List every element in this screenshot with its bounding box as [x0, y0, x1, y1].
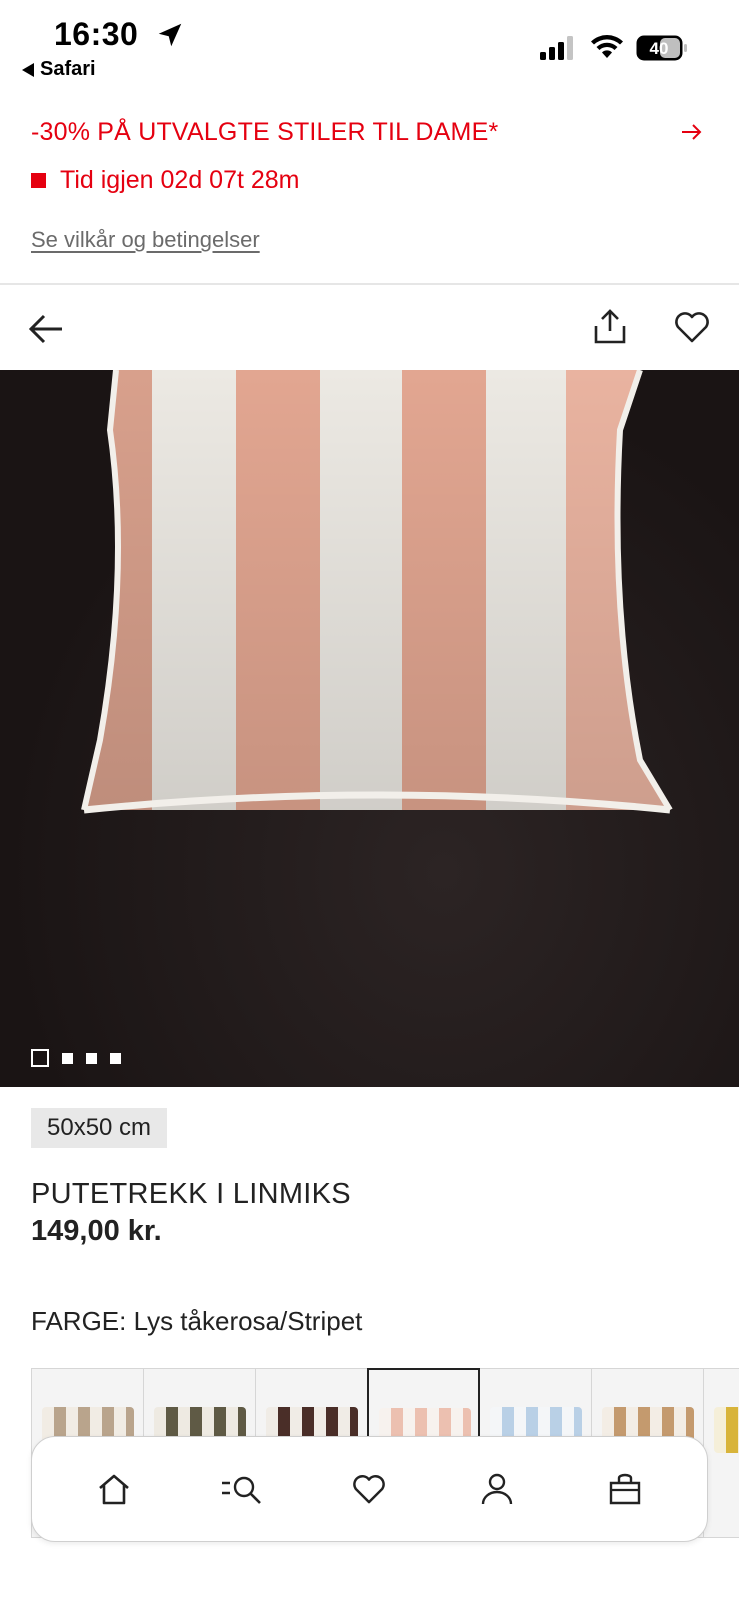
promo-title[interactable]: -30% PÅ UTVALGTE STILER TIL DAME*: [31, 118, 498, 147]
search-icon: [221, 1476, 261, 1504]
color-label: FARGE: Lys tåkerosa/Stripet: [31, 1306, 363, 1336]
wifi-icon: [591, 35, 623, 58]
color-swatch[interactable]: [703, 1368, 739, 1538]
swatch-thumbnail: [714, 1407, 739, 1453]
nav-account[interactable]: [467, 1459, 527, 1519]
share-icon[interactable]: [592, 309, 628, 345]
location-arrow-icon: [158, 23, 182, 47]
arrow-right-icon[interactable]: [680, 122, 704, 142]
home-icon: [99, 1474, 129, 1505]
product-name: PUTETREKK I LINMIKS: [31, 1178, 351, 1210]
gallery-dot[interactable]: [86, 1052, 97, 1064]
back-to-safari-link[interactable]: Safari: [22, 58, 96, 81]
back-app-label: Safari: [40, 58, 96, 80]
bottom-navigation: [31, 1436, 708, 1542]
gallery-dot[interactable]: [62, 1052, 73, 1064]
status-bar: 16:30 Safari 40: [0, 0, 739, 92]
countdown-square-icon: [31, 173, 46, 188]
size-badge: 50x50 cm: [31, 1108, 168, 1148]
battery-icon: 40: [636, 35, 687, 61]
countdown-timer: Tid igjen 02d 07t 28m: [31, 166, 300, 195]
countdown-text: Tid igjen 02d 07t 28m: [60, 166, 300, 194]
gallery-dot[interactable]: [110, 1052, 121, 1064]
account-icon: [482, 1473, 513, 1505]
gallery-pagination: [31, 1049, 121, 1067]
product-image[interactable]: [0, 370, 739, 1087]
back-triangle-icon: [22, 62, 34, 77]
terms-link[interactable]: Se vilkår og betingelser: [31, 227, 260, 253]
battery-level: 40: [650, 39, 669, 58]
product-toolbar: [0, 285, 739, 370]
gallery-dot[interactable]: [31, 1049, 49, 1067]
pillow-illustration: [81, 370, 673, 814]
status-time: 16:30: [54, 16, 139, 52]
nav-search[interactable]: [212, 1459, 272, 1519]
heart-icon: [353, 1475, 386, 1504]
heart-icon[interactable]: [674, 311, 710, 343]
bag-icon: [609, 1473, 641, 1505]
nav-bag[interactable]: [595, 1459, 655, 1519]
promo-banner[interactable]: -30% PÅ UTVALGTE STILER TIL DAME* Tid ig…: [0, 92, 739, 285]
cellular-signal-icon: [540, 36, 573, 60]
arrow-left-icon[interactable]: [28, 313, 64, 345]
nav-favorites[interactable]: [339, 1459, 399, 1519]
nav-home[interactable]: [84, 1459, 144, 1519]
product-price: 149,00 kr.: [31, 1215, 162, 1247]
